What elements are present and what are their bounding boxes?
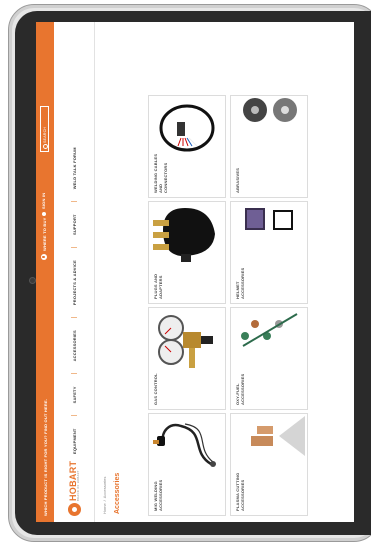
search-placeholder: SEARCH [42, 126, 47, 143]
category-label: WELDING CABLES AND CONNECTORS [153, 153, 168, 193]
search-icon [43, 144, 48, 149]
category-label: MIG WELDING ACCESSORIES [153, 479, 163, 511]
category-card-helmet[interactable]: HELMET ACCESSORIES [230, 201, 308, 304]
hobart-logo-icon [68, 503, 81, 516]
breadcrumb-current: Accessories [102, 476, 107, 499]
where-to-buy-label: WHERE TO BUY [41, 217, 47, 251]
breadcrumb: Home/Accessories [102, 476, 107, 514]
category-card-plasma[interactable]: PLASMA CUTTING ACCESSORIES [230, 413, 308, 516]
nav-divider [71, 373, 77, 375]
promo-bar: WHICH PRODUCT IS RIGHT FOR YOU? FIND OUT… [36, 22, 54, 522]
welding-cable-icon [159, 104, 215, 152]
user-icon [41, 212, 46, 216]
main-nav: HOBART BRAND OF HOBART EQUIPMENT SAFETY … [54, 22, 95, 522]
nav-menu: EQUIPMENT SAFETY ACCESSORIES PROJECTS & … [54, 135, 94, 466]
abrasive-wheel-icon [243, 98, 297, 122]
nav-item-equipment[interactable]: EQUIPMENT [72, 416, 77, 466]
category-label: OXY-FUEL ACCESSORIES [235, 373, 245, 405]
nav-divider [71, 247, 77, 249]
nav-divider [71, 201, 77, 203]
category-grid: MIG WELDING ACCESSORIES GAS CONTROL PLUG… [148, 86, 308, 516]
mig-gun-icon [153, 423, 216, 467]
category-card-abrasives[interactable]: ABRASIVES [230, 95, 308, 198]
category-label: HELMET ACCESSORIES [235, 267, 245, 299]
gas-regulator-icon [158, 315, 213, 368]
logo-sub: BRAND OF HOBART [76, 470, 80, 501]
category-card-mig[interactable]: MIG WELDING ACCESSORIES [148, 413, 226, 516]
category-card-oxy-fuel[interactable]: OXY-FUEL ACCESSORIES [230, 307, 308, 410]
hobart-logo[interactable]: HOBART BRAND OF HOBART [68, 461, 81, 516]
category-card-plugs[interactable]: PLUGS AND ADAPTERS [148, 201, 226, 304]
nav-item-accessories[interactable]: ACCESSORIES [72, 318, 77, 373]
camera-dot [29, 277, 36, 284]
tablet-screen: WHICH PRODUCT IS RIGHT FOR YOU? FIND OUT… [36, 22, 354, 522]
nav-item-weld-talk-forum[interactable]: WELD TALK FORUM [72, 135, 77, 201]
helmet-lens-icon [245, 208, 293, 230]
category-label: GAS CONTROL [153, 373, 158, 405]
oxy-fuel-kit-icon [241, 313, 298, 347]
plasma-consumables-icon [251, 416, 305, 456]
page-title: Accessories [114, 472, 121, 514]
plug-icon [153, 208, 215, 262]
nav-divider [71, 415, 77, 417]
sign-in-label: SIGN IN [41, 192, 46, 209]
category-card-cables[interactable]: WELDING CABLES AND CONNECTORS [148, 95, 226, 198]
nav-item-support[interactable]: SUPPORT [72, 202, 77, 247]
rotated-page: WHICH PRODUCT IS RIGHT FOR YOU? FIND OUT… [36, 22, 354, 522]
nav-divider [71, 317, 77, 319]
category-label: PLASMA CUTTING ACCESSORIES [235, 472, 245, 511]
nav-item-projects-advice[interactable]: PROJECTS & ADVICE [72, 248, 77, 317]
promo-link[interactable]: WHICH PRODUCT IS RIGHT FOR YOU? FIND OUT… [43, 399, 48, 516]
category-card-gas-control[interactable]: GAS CONTROL [148, 307, 226, 410]
sign-in-link[interactable]: SIGN IN [41, 193, 46, 216]
category-label: PLUGS AND ADAPTERS [153, 273, 163, 299]
breadcrumb-home[interactable]: Home [102, 503, 107, 514]
nav-item-safety[interactable]: SAFETY [72, 374, 77, 415]
where-to-buy-link[interactable]: WHERE TO BUY [41, 218, 47, 260]
category-label: ABRASIVES [235, 167, 240, 193]
location-pin-icon [41, 254, 47, 260]
search-input[interactable]: SEARCH [40, 106, 49, 152]
